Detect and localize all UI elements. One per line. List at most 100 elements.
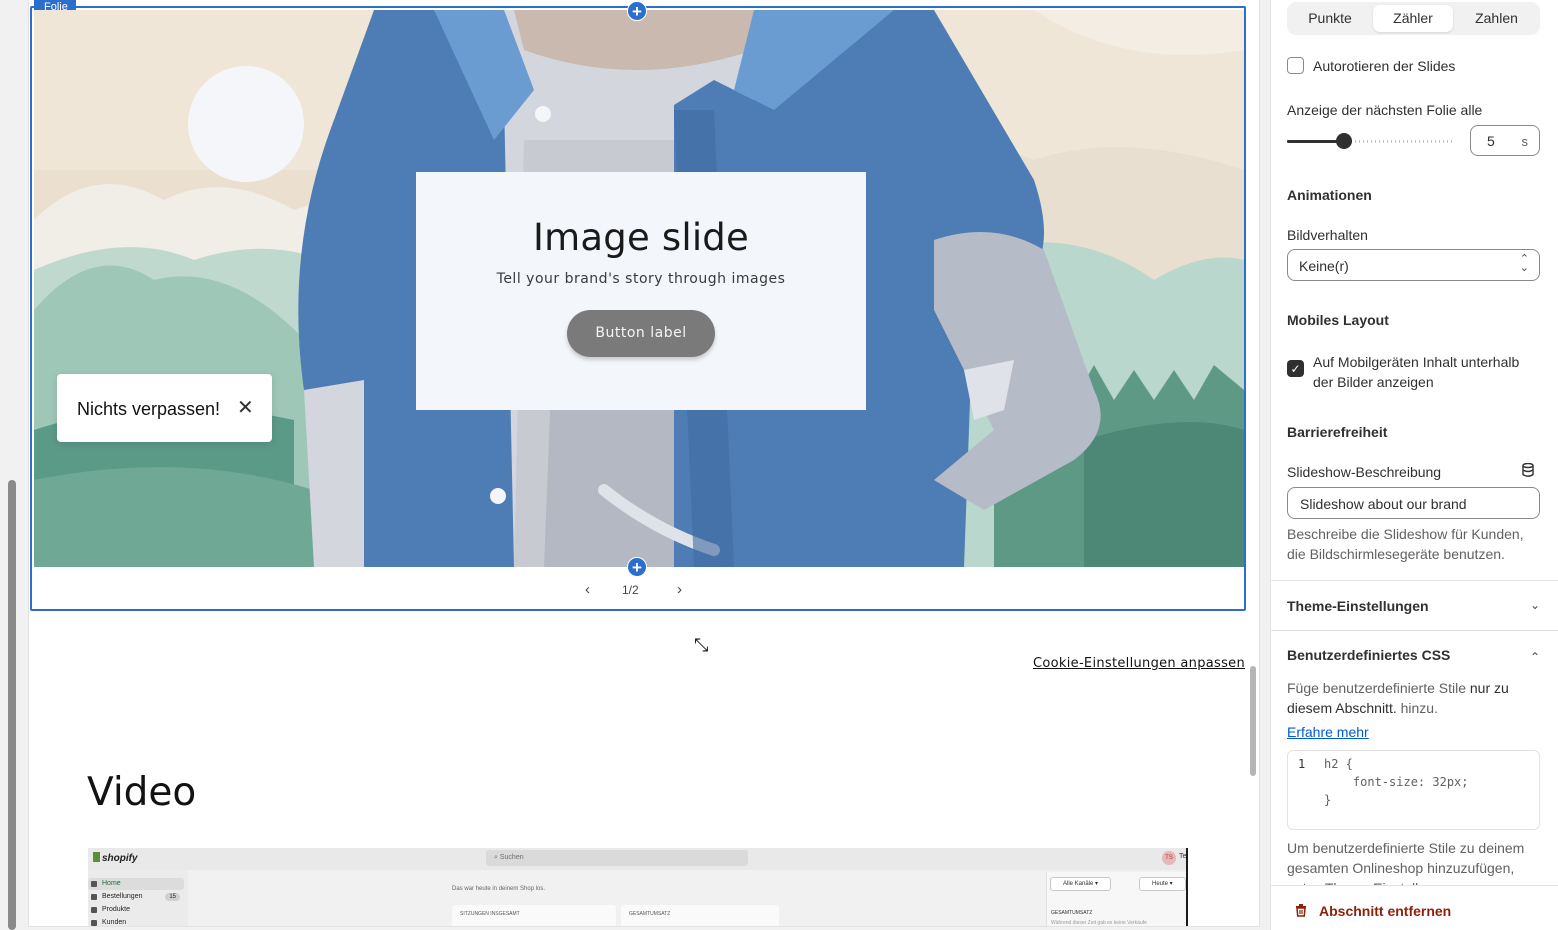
theme-settings-heading[interactable]: Theme-Einstellungen <box>1287 598 1429 614</box>
accessibility-heading: Barrierefreiheit <box>1287 424 1388 440</box>
slideshow-description-label: Slideshow-Beschreibung <box>1287 464 1442 480</box>
orders-icon <box>91 894 97 900</box>
autorotate-label[interactable]: Autorotieren der Slides <box>1313 58 1455 74</box>
admin-topbar: shopify ⌕ Suchen TS Te <box>88 848 1186 870</box>
help-line: gesamten Onlineshop hinzuzufügen, <box>1287 860 1515 876</box>
newsletter-popup: Nichts verpassen! ✕ <box>57 374 272 442</box>
help-line: die Bildschirmlesegeräte benutzen. <box>1287 546 1505 562</box>
shopify-logo: shopify <box>93 852 138 864</box>
remove-section-bar: Abschnitt entfernen <box>1271 885 1558 930</box>
slideshow-description-value[interactable]: Slideshow about our brand <box>1300 496 1467 512</box>
admin-nav-products: Produkte <box>88 904 184 916</box>
dynamic-source-icon[interactable] <box>1522 463 1534 477</box>
admin-today-button: Heute ▾ <box>1139 877 1186 891</box>
admin-card-label: SITZUNGEN INSGESAMT <box>460 911 520 917</box>
image-behavior-value: Keine(r) <box>1299 258 1349 274</box>
admin-nav-home: Home <box>88 878 184 890</box>
slideshow-pagination: ‹ 1/2 › <box>32 567 1244 609</box>
code-line[interactable]: } <box>1324 793 1331 807</box>
help-emphasis: diesem Abschnitt. <box>1287 700 1397 716</box>
image-behavior-label: Bildverhalten <box>1287 227 1368 243</box>
add-block-top-icon[interactable]: + <box>627 1 647 21</box>
chevron-up-icon[interactable]: ⌃ <box>1530 650 1540 664</box>
slideshow-section-selected[interactable]: Folie Image slide Tell your brand's stor… <box>30 0 1246 611</box>
mobile-layout-label[interactable]: Auf Mobilgeräten Inhalt unterhalb der Bi… <box>1313 352 1519 392</box>
interval-unit: s <box>1521 134 1529 149</box>
mobile-layout-label-line: Auf Mobilgeräten Inhalt unterhalb <box>1313 354 1520 370</box>
cookie-settings-link[interactable]: Cookie-Einstellungen anpassen <box>1033 656 1245 671</box>
mobile-layout-heading: Mobiles Layout <box>1287 312 1389 328</box>
admin-total-sub: Während dieser Zeit gab es keine Verkäuf… <box>1051 920 1147 926</box>
trash-icon[interactable] <box>1295 903 1307 917</box>
code-line[interactable]: h2 { <box>1324 757 1353 771</box>
pagination-option-numbers[interactable]: Zahlen <box>1456 5 1537 32</box>
admin-card-revenue: GESAMTUMSATZ <box>621 905 779 926</box>
close-icon[interactable]: ✕ <box>237 395 254 420</box>
autorotate-checkbox[interactable] <box>1287 57 1304 74</box>
help-line: Beschreibe die Slideshow für Kunden, <box>1287 526 1524 542</box>
mobile-layout-label-line: der Bilder anzeigen <box>1313 374 1434 390</box>
preview-scrollbar[interactable] <box>1250 666 1256 776</box>
image-behavior-select[interactable]: Keine(r) ⌃ ⌄ <box>1287 249 1540 281</box>
orders-count-badge: 15 <box>165 893 180 901</box>
slide-illustration: Image slide Tell your brand's story thro… <box>34 10 1244 567</box>
help-line: Um benutzerdefinierte Stile zu deinem <box>1287 840 1525 856</box>
admin-search: ⌕ Suchen <box>486 850 748 866</box>
slide-heading[interactable]: Image slide <box>416 216 866 259</box>
help-emphasis: nur zu <box>1469 680 1509 696</box>
pagination-option-dots[interactable]: Punkte <box>1290 5 1370 32</box>
pagination-option-counter[interactable]: Zähler <box>1373 5 1453 32</box>
tag-icon <box>91 907 97 913</box>
mobile-layout-checkbox[interactable]: ✓ <box>1287 360 1304 377</box>
admin-nav-orders: Bestellungen 15 <box>88 891 184 903</box>
interval-slider-thumb[interactable] <box>1336 133 1353 149</box>
interval-value[interactable]: 5 <box>1487 133 1495 149</box>
popup-text: Nichts verpassen! <box>77 399 221 419</box>
slideshow-description-help: Beschreibe die Slideshow für Kunden, die… <box>1287 524 1524 564</box>
custom-css-heading[interactable]: Benutzerdefiniertes CSS <box>1287 647 1450 663</box>
admin-total-label: GESAMTUMSATZ <box>1051 910 1093 916</box>
admin-nav-label: Home <box>102 880 121 887</box>
divider <box>1271 630 1558 631</box>
slide-counter: 1/2 <box>622 583 639 597</box>
admin-card-label: GESAMTUMSATZ <box>629 911 671 917</box>
chevron-down-icon[interactable]: ⌄ <box>1530 598 1540 612</box>
animations-heading: Animationen <box>1287 187 1372 203</box>
pagination-style-segmented-control: Punkte Zähler Zahlen <box>1287 2 1540 35</box>
chevron-right-icon[interactable]: › <box>677 581 682 598</box>
shopify-wordmark: shopify <box>102 853 138 864</box>
slide-subtext[interactable]: Tell your brand's story through images <box>416 271 866 287</box>
admin-channels-button: Alle Kanäle ▾ <box>1050 877 1112 891</box>
video-thumbnail[interactable]: shopify ⌕ Suchen TS Te Home Bestellungen… <box>88 848 1188 926</box>
code-line-number: 1 <box>1298 757 1306 771</box>
interval-label: Anzeige der nächsten Folie alle <box>1287 102 1483 118</box>
video-section-heading: Video <box>87 770 197 815</box>
css-code-editor[interactable]: 1 h2 { font-size: 32px; } <box>1287 750 1540 830</box>
shopify-bag-icon <box>93 852 100 862</box>
admin-nav-label: Bestellungen <box>102 893 143 900</box>
store-preview: Folie Image slide Tell your brand's stor… <box>29 0 1259 926</box>
slideshow-description-input[interactable]: Slideshow about our brand <box>1287 487 1540 519</box>
chevron-left-icon[interactable]: ‹ <box>585 581 590 598</box>
remove-section-button[interactable]: Abschnitt entfernen <box>1319 903 1451 919</box>
section-settings-panel: Punkte Zähler Zahlen Autorotieren der Sl… <box>1270 0 1558 930</box>
resize-cursor-icon: ⤡ <box>694 635 709 655</box>
help-text: hinzu. <box>1400 700 1438 716</box>
avatar: TS <box>1162 851 1176 865</box>
custom-css-help: Füge benutzerdefinierte Stile nur zu die… <box>1287 678 1527 718</box>
editor-canvas: Folie Image slide Tell your brand's stor… <box>0 0 1270 930</box>
admin-nav-customers: Kunden <box>88 917 184 926</box>
canvas-scrollbar[interactable] <box>8 480 16 930</box>
learn-more-link[interactable]: Erfahre mehr <box>1287 724 1369 740</box>
admin-card-sessions: SITZUNGEN INSGESAMT <box>452 905 616 926</box>
admin-headline: Das war heute in deinem Shop los. <box>452 886 546 892</box>
interval-input[interactable]: 5 s <box>1470 125 1540 156</box>
admin-search-placeholder: Suchen <box>499 854 524 861</box>
select-chevrons-icon: ⌃ ⌄ <box>1519 253 1529 274</box>
divider <box>1271 580 1558 581</box>
admin-sidebar: Home Bestellungen 15 Produkte Kunden <box>88 870 188 926</box>
slide-content-card: Image slide Tell your brand's story thro… <box>416 172 866 410</box>
code-line[interactable]: font-size: 32px; <box>1324 775 1469 789</box>
slide-cta-button[interactable]: Button label <box>567 310 715 357</box>
help-text: Füge benutzerdefinierte Stile <box>1287 680 1466 696</box>
